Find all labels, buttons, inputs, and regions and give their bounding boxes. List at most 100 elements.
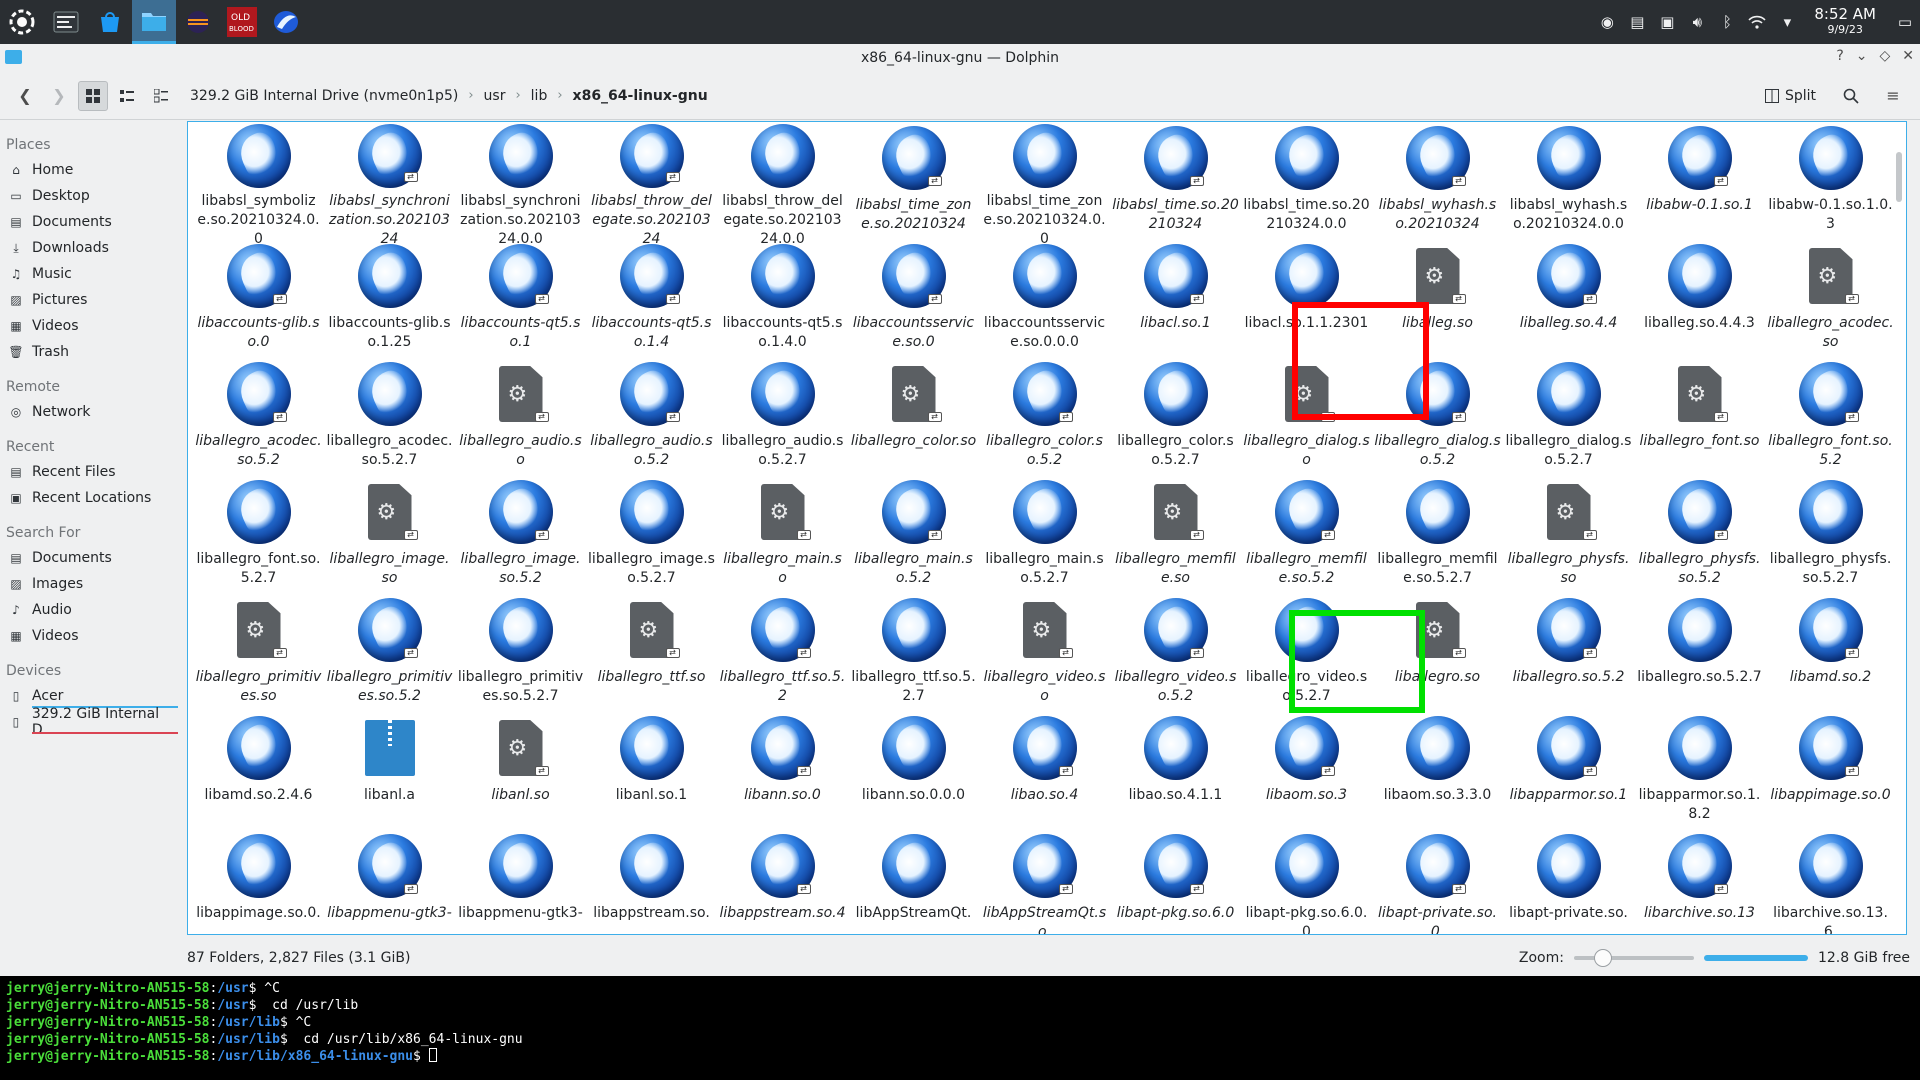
show-desktop-icon[interactable]: ▭ [1892, 9, 1918, 35]
file-item[interactable]: libabw-0.1.so.1.0.3 [1765, 122, 1896, 240]
file-item[interactable]: ⇄ liballegro.so.5.2 [1503, 594, 1634, 712]
file-item[interactable]: libanl.so.1 [586, 712, 717, 830]
file-item[interactable]: liballegro_memfile.so.5.2.7 [1372, 476, 1503, 594]
file-item[interactable]: ⇄ liballegro_audio.so [455, 358, 586, 476]
file-item[interactable]: libaom.so.3.3.0 [1372, 712, 1503, 830]
file-item[interactable]: ⇄ liballegro_dialog.so [1241, 358, 1372, 476]
file-item[interactable]: ⇄ libapt-private.so.0. [1372, 830, 1503, 934]
file-item[interactable]: ⇄ liballegro_ttf.so [586, 594, 717, 712]
file-item[interactable]: ⇄ libapparmor.so.1 [1503, 712, 1634, 830]
scrollbar[interactable] [1896, 152, 1902, 202]
file-item[interactable]: ⇄ liballeg.so.4.4 [1503, 240, 1634, 358]
zoom-slider-handle[interactable] [1594, 949, 1613, 967]
file-item[interactable]: ⇄ libAppStreamQt.so. [979, 830, 1110, 934]
sidebar-item-places[interactable]: ▭ Desktop [0, 183, 186, 209]
sidebar-item-recent[interactable]: ▣ Recent Locations [0, 485, 186, 511]
file-item[interactable]: ⇄ libappstream.so.4 [717, 830, 848, 934]
file-item[interactable]: ⇄ liballegro_physfs.so [1503, 476, 1634, 594]
file-item[interactable]: liballegro_main.so.5.2.7 [979, 476, 1110, 594]
file-item[interactable]: liballegro_dialog.so.5.2.7 [1503, 358, 1634, 476]
file-item[interactable]: liballegro_video.so.5.2.7 [1241, 594, 1372, 712]
crumb-lib[interactable]: lib [525, 88, 554, 104]
folder-icon[interactable] [5, 50, 22, 64]
file-item[interactable]: ⇄ liballegro_dialog.so.5.2 [1372, 358, 1503, 476]
help-icon[interactable]: ? [1836, 48, 1843, 64]
zoom-slider[interactable] [1573, 949, 1694, 967]
file-item[interactable]: libann.so.0.0.0 [848, 712, 979, 830]
file-item[interactable]: ⇄ liballegro_memfile.so.5.2 [1241, 476, 1372, 594]
file-item[interactable]: liballegro_font.so.5.2.7 [193, 476, 324, 594]
file-item[interactable]: ⇄ libao.so.4 [979, 712, 1110, 830]
file-item[interactable]: libarchive.so.13.6. [1765, 830, 1896, 934]
file-item[interactable]: ⇄ libaccountsservice.so.0 [848, 240, 979, 358]
file-item[interactable]: liballegro.so.5.2.7 [1634, 594, 1765, 712]
file-item[interactable]: libapt-pkg.so.6.0.0 [1241, 830, 1372, 934]
forward-icon[interactable]: ❯ [44, 81, 74, 111]
file-item[interactable]: libaccountsservice.so.0.0.0 [979, 240, 1110, 358]
file-item[interactable]: libabsl_time_zone.so.20210324.0.0 [979, 122, 1110, 247]
split-button[interactable]: Split [1757, 84, 1824, 108]
file-item[interactable]: ⇄ libaccounts-glib.so.0 [193, 240, 324, 358]
window-titlebar[interactable]: x86_64-linux-gnu — Dolphin ? ⌄ ◇ ✕ [0, 44, 1920, 72]
file-item[interactable]: ⇄ libabsl_synchronization.so.20210324 [324, 122, 455, 247]
file-item[interactable]: ⇄ libarchive.so.13 [1634, 830, 1765, 934]
file-item[interactable]: ⇄ libacl.so.1 [1110, 240, 1241, 358]
file-item[interactable]: ⇄ libanl.so [455, 712, 586, 830]
file-item[interactable]: ⇄ libabsl_throw_delegate.so.20210324 [586, 122, 717, 247]
file-item[interactable]: libanl.a [324, 712, 455, 830]
file-item[interactable]: ⇄ libamd.so.2 [1765, 594, 1896, 712]
file-item[interactable]: liballegro_acodec.so.5.2.7 [324, 358, 455, 476]
sidebar-item-places[interactable]: ▦ Videos [0, 313, 186, 339]
file-item[interactable]: ⇄ liballegro_primitives.so [193, 594, 324, 712]
file-item[interactable]: libaccounts-glib.so.1.25 [324, 240, 455, 358]
sidebar-item-places[interactable]: ⤓ Downloads [0, 235, 186, 261]
file-item[interactable]: ⇄ liballegro_acodec.so.5.2 [193, 358, 324, 476]
file-item[interactable]: ⇄ liballegro_main.so [717, 476, 848, 594]
file-item[interactable]: ⇄ liballegro_main.so.5.2 [848, 476, 979, 594]
dolphin-icon[interactable] [132, 0, 176, 44]
file-item[interactable]: ⇄ libappimage.so.0 [1765, 712, 1896, 830]
file-item[interactable]: ⇄ libaccounts-qt5.so.1 [455, 240, 586, 358]
file-item[interactable]: liballegro_physfs.so.5.2.7 [1765, 476, 1896, 594]
file-item[interactable]: libabsl_synchronization.so.20210324.0.0 [455, 122, 586, 247]
file-item[interactable]: libabsl_wyhash.so.20210324.0.0 [1503, 122, 1634, 240]
wifi-icon[interactable] [1744, 9, 1770, 35]
search-icon[interactable] [1836, 81, 1866, 111]
file-item[interactable]: libacl.so.1.1.2301 [1241, 240, 1372, 358]
file-item[interactable]: libappstream.so. [586, 830, 717, 934]
file-item[interactable]: ⇄ liballegro.so [1372, 594, 1503, 712]
file-item[interactable]: ⇄ liballegro_acodec.so [1765, 240, 1896, 358]
file-item[interactable]: libapparmor.so.1.8.2 [1634, 712, 1765, 830]
display-icon[interactable]: ▣ [1654, 9, 1680, 35]
file-item[interactable]: ⇄ libabsl_wyhash.so.20210324 [1372, 122, 1503, 240]
crumb-drive[interactable]: 329.2 GiB Internal Drive (nvme0n1p5) [184, 88, 464, 104]
discover-store-icon[interactable] [88, 0, 132, 44]
file-item[interactable]: liballegro_primitives.so.5.2.7 [455, 594, 586, 712]
app-menu-icon[interactable] [0, 0, 44, 44]
file-item[interactable]: libabsl_throw_delegate.so.20210324.0.0 [717, 122, 848, 247]
file-item[interactable]: ⇄ liballegro_physfs.so.5.2 [1634, 476, 1765, 594]
clock[interactable]: 8:52 AM 9/9/23 [1814, 6, 1876, 38]
file-item[interactable]: liballegro_ttf.so.5.2.7 [848, 594, 979, 712]
file-item[interactable]: ⇄ libabw-0.1.so.1 [1634, 122, 1765, 240]
sidebar-item-search[interactable]: ♪ Audio [0, 597, 186, 623]
mandelbulber-icon[interactable] [264, 0, 308, 44]
file-item[interactable]: libappmenu-gtk3- [455, 830, 586, 934]
sidebar-item-places[interactable]: ▨ Pictures [0, 287, 186, 313]
file-item[interactable]: ⇄ libaccounts-qt5.so.1.4 [586, 240, 717, 358]
file-item[interactable]: liballegro_audio.so.5.2.7 [717, 358, 848, 476]
system-monitor-icon[interactable] [44, 0, 88, 44]
file-item[interactable]: liballegro_image.so.5.2.7 [586, 476, 717, 594]
file-item[interactable]: libapt-private.so. [1503, 830, 1634, 934]
crumb-usr[interactable]: usr [478, 88, 512, 104]
file-item[interactable]: ⇄ liballegro_ttf.so.5.2 [717, 594, 848, 712]
details-view-icon[interactable] [146, 81, 176, 111]
file-item[interactable]: ⇄ liballeg.so [1372, 240, 1503, 358]
file-item[interactable]: libappimage.so.0. [193, 830, 324, 934]
volume-icon[interactable]: 🔊︎ [1684, 9, 1710, 35]
steam-icon[interactable]: ◉ [1594, 9, 1620, 35]
file-item[interactable]: ⇄ liballegro_font.so [1634, 358, 1765, 476]
file-item[interactable]: ⇄ liballegro_font.so.5.2 [1765, 358, 1896, 476]
file-item[interactable]: ⇄ libappmenu-gtk3- [324, 830, 455, 934]
close-icon[interactable]: ✕ [1902, 48, 1914, 64]
